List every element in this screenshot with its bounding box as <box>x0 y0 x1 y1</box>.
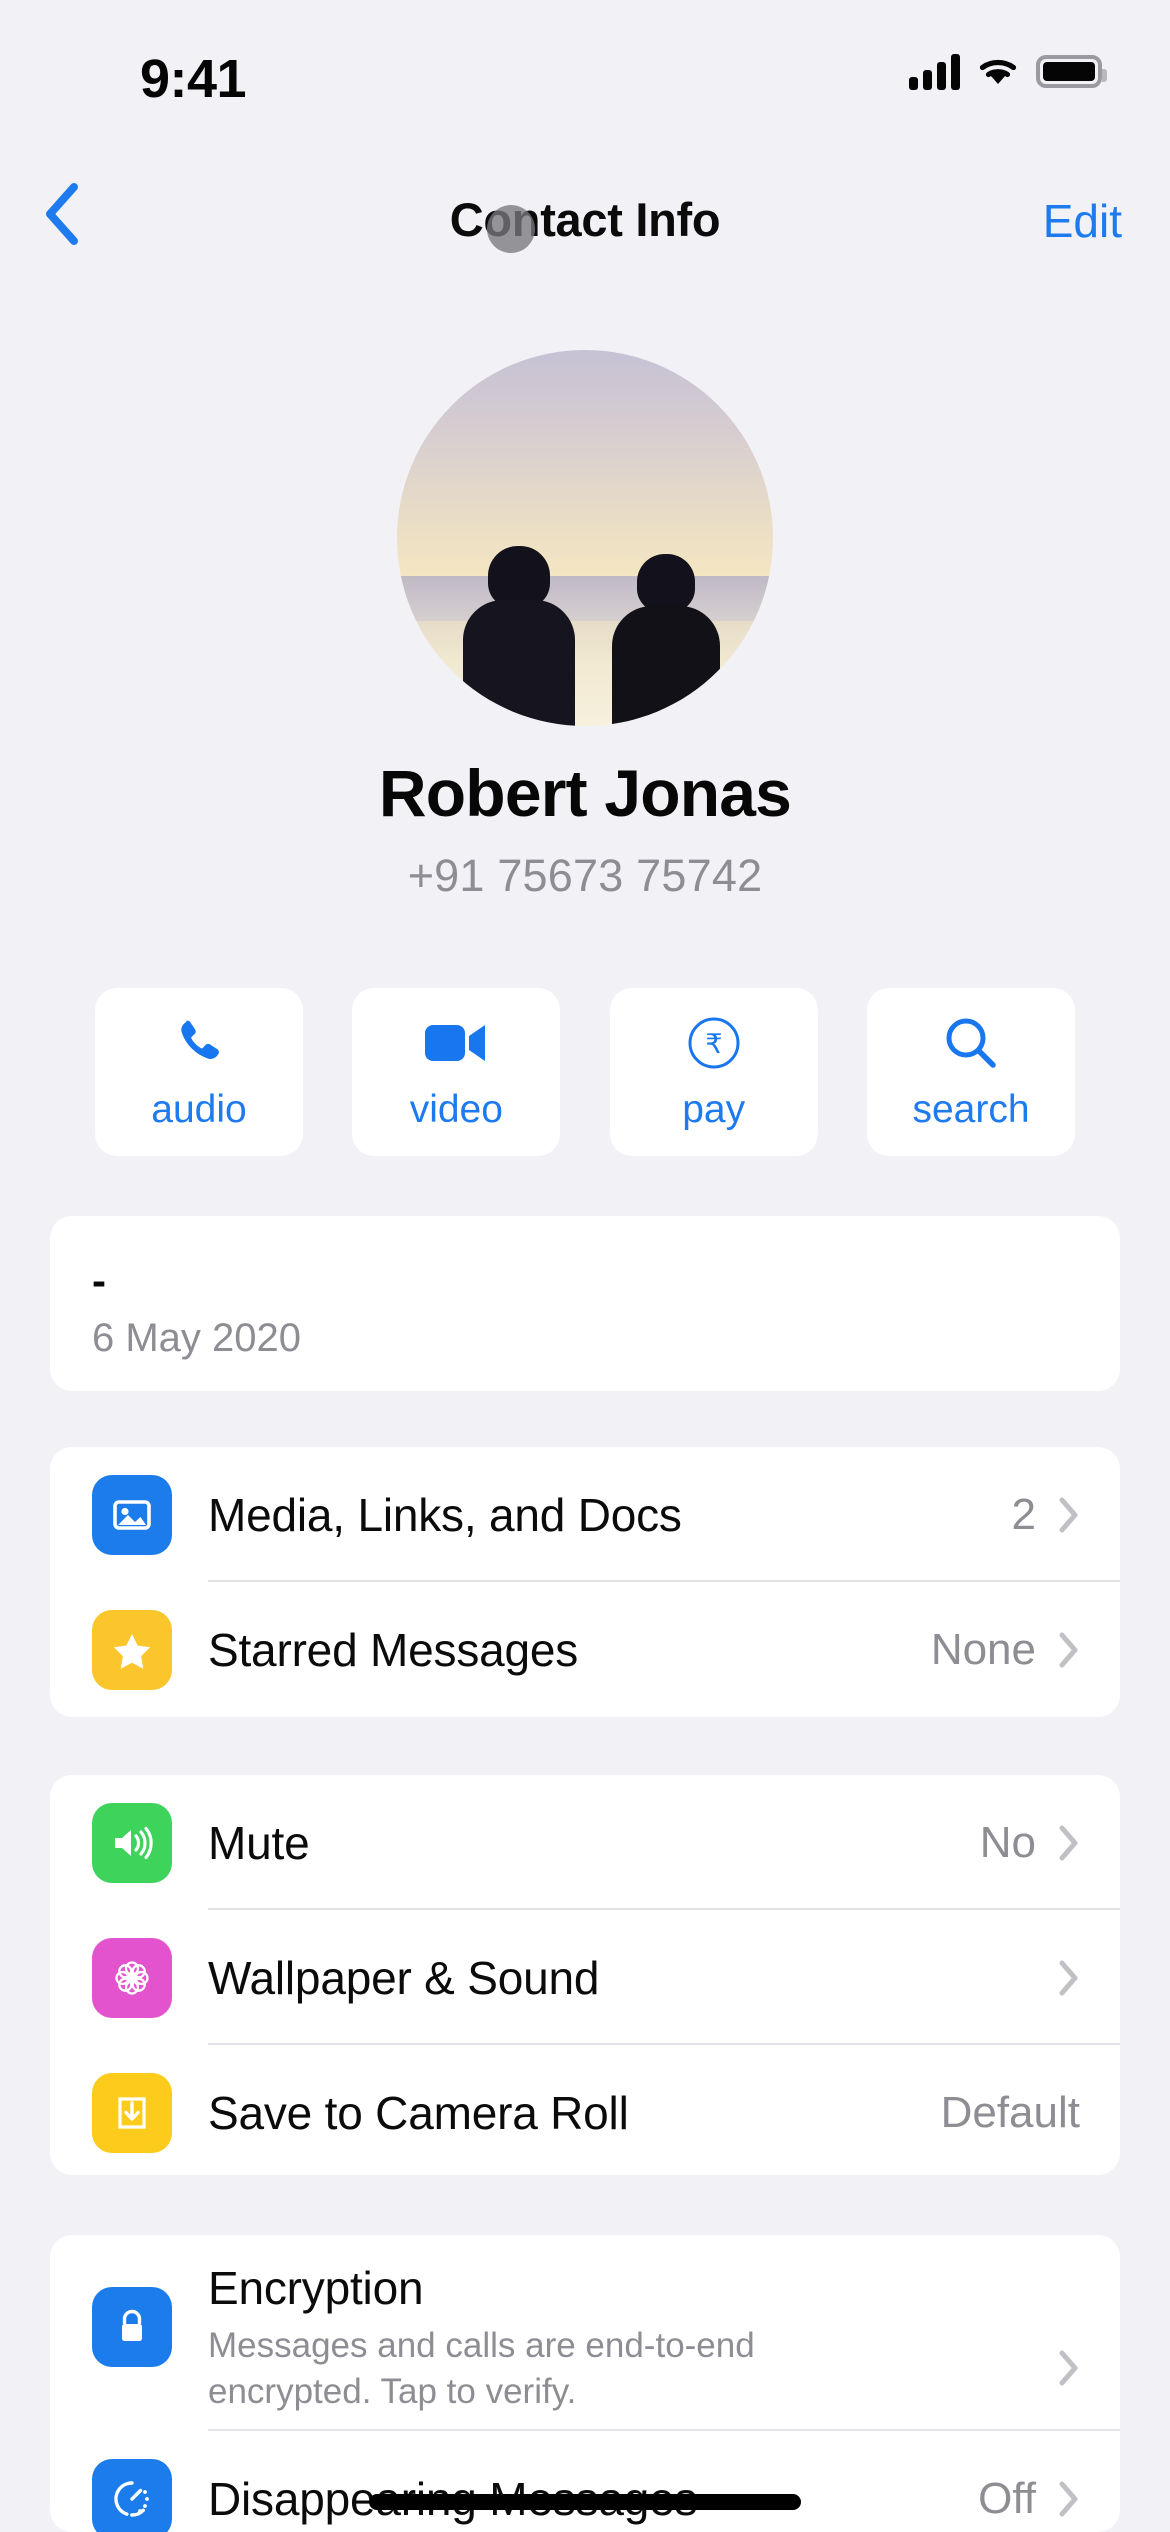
row-wallpaper-and-sound[interactable]: Wallpaper & Sound <box>50 1910 1120 2045</box>
row-disappearing-messages[interactable]: Disappearing Messages Off <box>50 2431 1120 2532</box>
rupee-circle-icon: ₹ <box>686 1012 742 1074</box>
avatar-figure-right <box>612 550 720 726</box>
status-bar: 9:41 <box>0 0 1170 150</box>
row-label: Encryption <box>208 2262 424 2314</box>
chevron-right-icon <box>1058 2480 1080 2518</box>
audio-call-button[interactable]: audio <box>95 988 303 1156</box>
pay-button[interactable]: ₹ pay <box>609 988 818 1156</box>
row-label-wrap: Save to Camera Roll <box>208 2086 941 2140</box>
action-buttons: audio video ₹ pay search <box>95 988 1075 1156</box>
status-bar-indicators <box>909 52 1107 90</box>
chevron-right-icon <box>1058 1496 1080 1534</box>
search-icon <box>942 1012 1000 1074</box>
pay-label: pay <box>682 1088 746 1131</box>
chevron-right-icon <box>1058 1824 1080 1862</box>
row-subtitle: Messages and calls are end-to-end encryp… <box>208 2326 755 2412</box>
wifi-icon <box>979 60 1017 84</box>
about-date: 6 May 2020 <box>92 1316 302 1360</box>
row-starred-messages[interactable]: Starred Messages None <box>50 1582 1120 1717</box>
row-label: Mute <box>208 1816 310 1869</box>
row-encryption[interactable]: Encryption Messages and calls are end-to… <box>50 2235 1120 2431</box>
row-value: No <box>979 1817 1036 1867</box>
home-indicator[interactable] <box>369 2494 801 2510</box>
row-value: None <box>930 1624 1036 1674</box>
row-label-wrap: Mute <box>208 1816 980 1870</box>
row-media-links-docs[interactable]: Media, Links, and Docs 2 <box>50 1447 1120 1582</box>
row-label: Media, Links, and Docs <box>208 1488 682 1541</box>
about-card[interactable]: - 6 May 2020 <box>50 1216 1120 1391</box>
speaker-wave-icon <box>92 1802 172 1883</box>
lock-icon <box>92 2287 172 2367</box>
star-icon <box>92 1609 172 1690</box>
row-value: 2 <box>1011 1489 1036 1539</box>
row-label-wrap: Wallpaper & Sound <box>208 1951 1036 2005</box>
svg-text:₹: ₹ <box>705 1029 722 1060</box>
download-box-icon <box>92 2072 172 2153</box>
contact-name: Robert Jonas <box>378 756 792 830</box>
navigation-bar: Contact Info Edit <box>0 160 1170 270</box>
row-label-wrap: Encryption Messages and calls are end-to… <box>208 2261 1036 2415</box>
row-label-wrap: Media, Links, and Docs <box>208 1488 1012 1542</box>
row-label: Starred Messages <box>208 1623 579 1676</box>
row-save-to-camera-roll[interactable]: Save to Camera Roll Default <box>50 2045 1120 2175</box>
battery-full-icon <box>1036 54 1107 88</box>
avatar[interactable] <box>397 350 773 726</box>
chevron-right-icon <box>1058 1631 1080 1669</box>
timer-icon <box>92 2458 172 2532</box>
status-bar-time: 9:41 <box>140 49 247 109</box>
chevron-right-icon <box>1058 2349 1080 2387</box>
avatar-figure-left <box>463 546 575 726</box>
phone-icon <box>170 1012 228 1074</box>
row-mute[interactable]: Mute No <box>50 1775 1120 1910</box>
search-button[interactable]: search <box>866 988 1075 1156</box>
video-call-button[interactable]: video <box>352 988 561 1156</box>
row-value: Off <box>978 2473 1036 2523</box>
page-title: Contact Info <box>449 193 721 246</box>
row-label: Save to Camera Roll <box>208 2086 629 2139</box>
about-status-text: - <box>92 1257 106 1304</box>
cursor-pointer <box>487 205 535 253</box>
row-label-wrap: Starred Messages <box>208 1623 931 1677</box>
chevron-right-icon <box>1058 1959 1080 1997</box>
cellular-signal-icon <box>909 52 960 90</box>
media-section: Media, Links, and Docs 2 Starred Message… <box>50 1447 1120 1717</box>
contact-phone: +91 75673 75742 <box>407 850 763 901</box>
chat-settings-section: Mute No Wallpaper & Sound Save to Camera… <box>50 1775 1120 2175</box>
row-value: Default <box>940 2087 1080 2137</box>
video-camera-icon <box>425 1012 487 1074</box>
flower-icon <box>92 1937 172 2018</box>
audio-call-label: audio <box>151 1088 247 1131</box>
search-label: search <box>912 1088 1030 1131</box>
row-label: Wallpaper & Sound <box>208 1951 600 2004</box>
video-call-label: video <box>409 1088 503 1131</box>
photo-icon <box>92 1474 172 1555</box>
privacy-section: Encryption Messages and calls are end-to… <box>50 2235 1120 2532</box>
edit-button[interactable]: Edit <box>1043 194 1122 248</box>
